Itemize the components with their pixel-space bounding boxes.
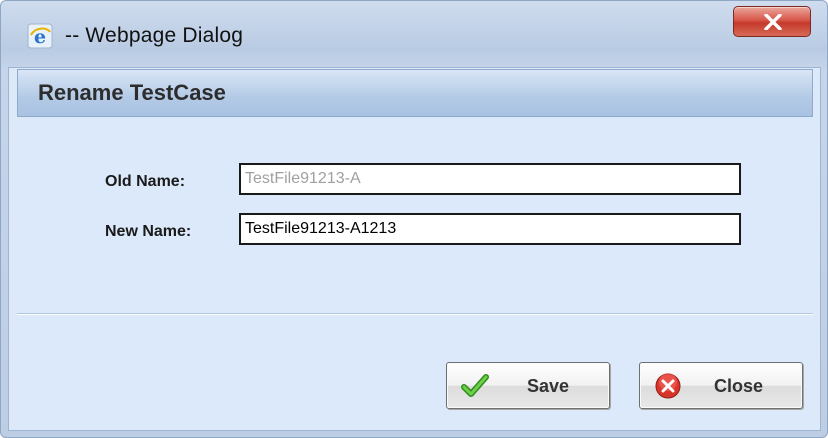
new-name-field[interactable] <box>239 213 741 245</box>
dialog-heading: Rename TestCase <box>38 80 226 105</box>
dialog-window: e -- Webpage Dialog Rename TestCase Old … <box>0 0 828 438</box>
red-x-icon <box>655 373 681 399</box>
close-button[interactable]: Close <box>639 362 803 409</box>
new-name-label: New Name: <box>105 223 192 240</box>
title-bar[interactable]: e -- Webpage Dialog <box>1 1 827 67</box>
close-button-label: Close <box>714 376 764 396</box>
window-close-button[interactable] <box>733 6 811 37</box>
save-button[interactable]: Save <box>446 362 610 409</box>
ie-icon: e <box>27 23 53 49</box>
window-title: -- Webpage Dialog <box>65 24 244 47</box>
dialog-header: Rename TestCase <box>17 69 813 117</box>
close-x-icon <box>764 14 782 30</box>
save-button-label: Save <box>527 376 570 396</box>
checkmark-icon <box>461 374 489 397</box>
old-name-label: Old Name: <box>105 173 186 190</box>
old-name-field <box>239 163 741 195</box>
